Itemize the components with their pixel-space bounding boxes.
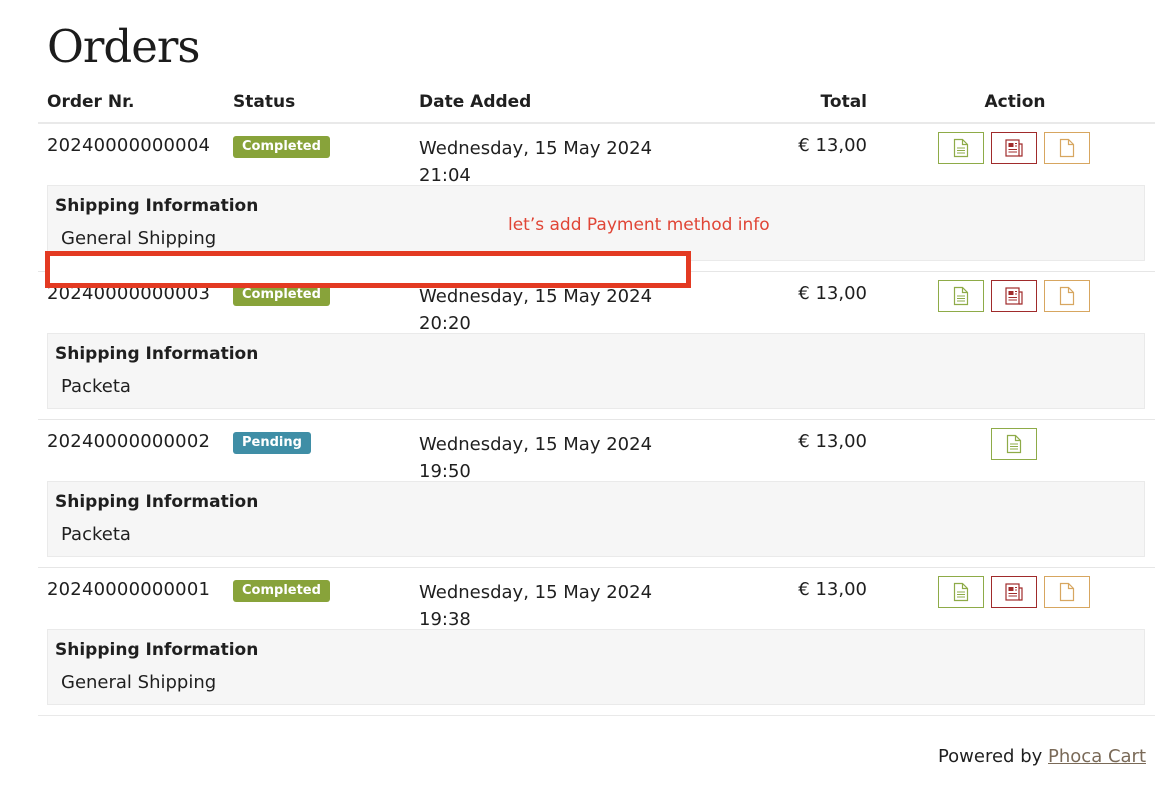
receipt-icon [1005, 287, 1023, 305]
view-invoice-button[interactable] [938, 280, 984, 312]
row-divider [38, 419, 1155, 420]
order-date: Wednesday, 15 May 2024 20:20 [419, 283, 652, 337]
shipping-info-panel: Shipping Information General Shipping [47, 629, 1145, 705]
receipt-icon [1005, 139, 1023, 157]
order-row: 20240000000003 Completed Wednesday, 15 M… [0, 271, 1169, 419]
order-number: 20240000000004 [47, 135, 211, 156]
order-row: 20240000000004 Completed Wednesday, 15 M… [0, 123, 1169, 271]
view-invoice-button[interactable] [938, 132, 984, 164]
order-date: Wednesday, 15 May 2024 19:38 [419, 579, 652, 633]
blank-document-icon [1059, 286, 1075, 306]
header-order-number: Order Nr. [47, 92, 135, 112]
view-invoice-button[interactable] [938, 576, 984, 608]
shipping-info-title: Shipping Information [55, 196, 259, 216]
shipping-info-panel: Shipping Information Packeta [47, 481, 1145, 557]
blank-document-icon [1059, 582, 1075, 602]
shipping-method: Packeta [61, 376, 131, 397]
shipping-info-title: Shipping Information [55, 640, 259, 660]
document-icon [953, 286, 969, 306]
document-icon [1006, 434, 1022, 454]
shipping-info-panel: Shipping Information Packeta [47, 333, 1145, 409]
annotation-note: let’s add Payment method info [508, 215, 770, 235]
view-delivery-note-button[interactable] [1044, 132, 1090, 164]
blank-document-icon [1059, 138, 1075, 158]
orders-table-header: Order Nr. Status Date Added Total Action [0, 92, 1169, 116]
row-divider [38, 567, 1155, 568]
shipping-info-title: Shipping Information [55, 344, 259, 364]
footer-prefix: Powered by [937, 746, 1043, 767]
order-row: 20240000000002 Pending Wednesday, 15 May… [0, 419, 1169, 567]
table-bottom-divider [38, 715, 1155, 716]
shipping-method: General Shipping [61, 228, 217, 249]
document-icon [953, 582, 969, 602]
header-status: Status [233, 92, 296, 112]
order-date-day: Wednesday, 15 May 2024 [419, 138, 653, 159]
order-date-day: Wednesday, 15 May 2024 [419, 434, 653, 455]
view-delivery-note-button[interactable] [1044, 280, 1090, 312]
order-date: Wednesday, 15 May 2024 19:50 [419, 431, 652, 485]
status-badge: Completed [233, 136, 330, 158]
order-number: 20240000000002 [47, 431, 211, 452]
status-badge: Completed [233, 580, 330, 602]
order-date-day: Wednesday, 15 May 2024 [419, 582, 653, 603]
header-date-added: Date Added [419, 92, 532, 112]
order-date: Wednesday, 15 May 2024 21:04 [419, 135, 652, 189]
view-receipt-button[interactable] [991, 132, 1037, 164]
order-number: 20240000000001 [47, 579, 211, 600]
phoca-cart-link[interactable]: Phoca Cart [1048, 746, 1146, 767]
header-action: Action [984, 92, 1046, 112]
view-receipt-button[interactable] [991, 576, 1037, 608]
view-receipt-button[interactable] [991, 280, 1037, 312]
shipping-info-title: Shipping Information [55, 492, 259, 512]
shipping-method: Packeta [61, 524, 131, 545]
view-invoice-button[interactable] [991, 428, 1037, 460]
page-title: Orders [47, 20, 200, 73]
status-badge: Pending [233, 432, 311, 454]
header-total: Total [820, 92, 867, 112]
document-icon [953, 138, 969, 158]
annotation-highlight-box [45, 251, 691, 288]
order-total: € 13,00 [798, 283, 867, 304]
order-total: € 13,00 [798, 431, 867, 452]
receipt-icon [1005, 583, 1023, 601]
powered-by-footer: Powered by Phoca Cart [938, 746, 1146, 767]
shipping-method: General Shipping [61, 672, 217, 693]
order-total: € 13,00 [798, 579, 867, 600]
order-total: € 13,00 [798, 135, 867, 156]
order-row: 20240000000001 Completed Wednesday, 15 M… [0, 567, 1169, 715]
view-delivery-note-button[interactable] [1044, 576, 1090, 608]
